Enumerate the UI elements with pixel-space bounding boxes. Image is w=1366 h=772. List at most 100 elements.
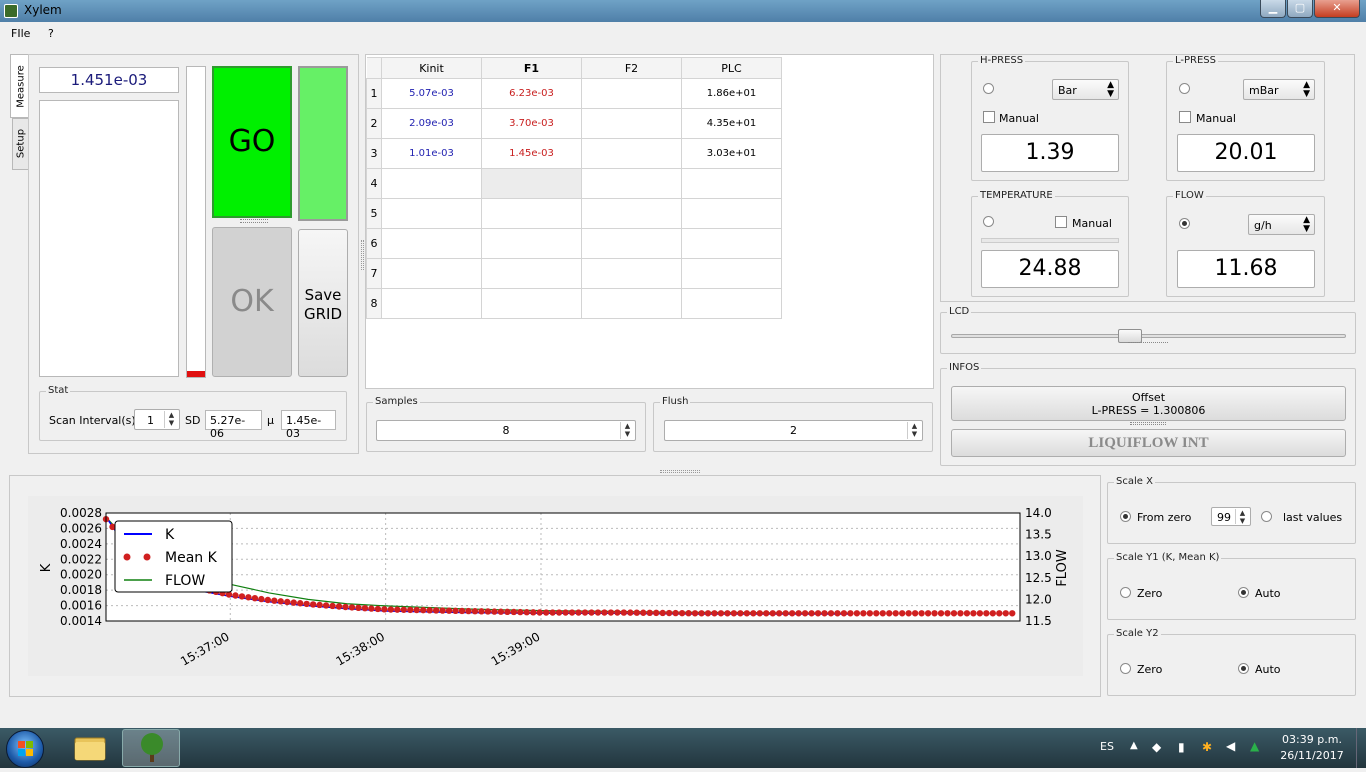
cell-kinit[interactable]	[381, 228, 482, 259]
volume-icon[interactable]: ◀	[1226, 739, 1235, 753]
cell-kinit[interactable]: 1.01e-03	[381, 138, 482, 169]
cell-f2[interactable]	[581, 288, 682, 319]
scale-x-last-values-radio[interactable]	[1261, 511, 1272, 522]
cell-plc[interactable]	[681, 258, 782, 289]
cell-f1[interactable]	[481, 198, 582, 229]
cell-f2[interactable]	[581, 78, 682, 109]
cell-kinit[interactable]	[381, 258, 482, 289]
table-row[interactable]: 7	[366, 258, 782, 289]
cell-f1[interactable]: 1.45e-03	[481, 138, 582, 169]
table-row[interactable]: 2 2.09e-03 3.70e-03 4.35e+01	[366, 108, 782, 139]
tab-measure[interactable]: Measure	[10, 54, 29, 118]
tab-setup[interactable]: Setup	[12, 118, 29, 170]
cell-f2[interactable]	[581, 228, 682, 259]
cell-f2[interactable]	[581, 108, 682, 139]
cell-plc[interactable]	[681, 288, 782, 319]
scale-y2-zero-radio[interactable]	[1120, 663, 1131, 674]
language-indicator[interactable]: ES	[1100, 740, 1114, 753]
table-row[interactable]: 6	[366, 228, 782, 259]
hpress-manual-checkbox[interactable]	[983, 111, 995, 123]
splitter-handle[interactable]	[240, 219, 268, 223]
row-header[interactable]: 3	[366, 138, 382, 169]
vertical-splitter[interactable]	[361, 240, 364, 270]
drive-icon[interactable]: ▲	[1250, 739, 1259, 753]
col-header-f1[interactable]: F1	[481, 57, 582, 79]
cell-f2[interactable]	[581, 258, 682, 289]
ok-button[interactable]: OK	[212, 227, 292, 377]
dropbox-icon[interactable]: ◆	[1152, 740, 1161, 754]
cell-plc[interactable]	[681, 168, 782, 199]
menu-file[interactable]: FIle	[11, 27, 30, 40]
col-header-plc[interactable]: PLC	[681, 57, 782, 79]
table-row[interactable]: 1 5.07e-03 6.23e-03 1.86e+01	[366, 78, 782, 109]
cell-f1[interactable]	[481, 288, 582, 319]
maximize-button[interactable]: ▢	[1287, 0, 1313, 18]
cell-plc[interactable]: 4.35e+01	[681, 108, 782, 139]
cell-f1[interactable]	[481, 228, 582, 259]
col-header-kinit[interactable]: Kinit	[381, 57, 482, 79]
temperature-radio[interactable]	[983, 216, 994, 227]
hpress-radio[interactable]	[983, 83, 994, 94]
cell-f2[interactable]	[581, 138, 682, 169]
flow-unit-combo[interactable]: g/h ▲ ▼	[1248, 214, 1315, 235]
scale-y2-auto-radio[interactable]	[1238, 663, 1249, 674]
row-header[interactable]: 7	[366, 258, 382, 289]
temperature-manual-checkbox[interactable]	[1055, 216, 1067, 228]
show-desktop-button[interactable]	[1356, 728, 1366, 768]
spinbox-arrows-icon[interactable]: ▲ ▼	[620, 422, 634, 439]
offset-button[interactable]: Offset L-PRESS = 1.300806	[951, 386, 1346, 421]
close-button[interactable]: ✕	[1314, 0, 1360, 18]
network-icon[interactable]: ✱	[1202, 740, 1212, 754]
cell-f2[interactable]	[581, 198, 682, 229]
cell-plc[interactable]	[681, 228, 782, 259]
table-row[interactable]: 5	[366, 198, 782, 229]
trend-chart[interactable]: 0.00280.0026 0.00240.0022 0.00200.0018 0.00…	[10, 476, 1100, 696]
taskbar-explorer[interactable]	[64, 730, 116, 766]
table-row[interactable]: 4	[366, 168, 782, 199]
cell-f2[interactable]	[581, 168, 682, 199]
horizontal-splitter[interactable]	[660, 470, 700, 473]
row-header[interactable]: 2	[366, 108, 382, 139]
cell-f1[interactable]: 3.70e-03	[481, 108, 582, 139]
lcd-slider-track[interactable]	[951, 334, 1346, 338]
cell-f1[interactable]	[481, 168, 582, 199]
scale-y1-auto-radio[interactable]	[1238, 587, 1249, 598]
results-table[interactable]: Kinit F1 F2 PLC 1 5.07e-03 6.23e-03 1.86e+0…	[366, 57, 782, 319]
row-header[interactable]: 8	[366, 288, 382, 319]
cell-kinit[interactable]	[381, 288, 482, 319]
samples-spinbox[interactable]: 8 ▲ ▼	[376, 420, 636, 441]
row-header[interactable]: 5	[366, 198, 382, 229]
spinbox-arrows-icon[interactable]: ▲ ▼	[164, 411, 178, 428]
cell-plc[interactable]: 3.03e+01	[681, 138, 782, 169]
cell-f1[interactable]: 6.23e-03	[481, 78, 582, 109]
cell-kinit[interactable]	[381, 168, 482, 199]
cell-plc[interactable]	[681, 198, 782, 229]
lpress-radio[interactable]	[1179, 83, 1190, 94]
cell-kinit[interactable]	[381, 198, 482, 229]
flush-spinbox[interactable]: 2 ▲ ▼	[664, 420, 923, 441]
hpress-unit-combo[interactable]: Bar ▲ ▼	[1052, 79, 1119, 100]
scan-interval-spinbox[interactable]: 1 ▲ ▼	[134, 409, 180, 430]
spinbox-arrows-icon[interactable]: ▲ ▼	[1235, 509, 1249, 525]
clock-time[interactable]: 03:39 p.m.	[1282, 733, 1342, 746]
flow-radio[interactable]	[1179, 218, 1190, 229]
lpress-manual-checkbox[interactable]	[1179, 111, 1191, 123]
scale-x-count-spinbox[interactable]: 99 ▲ ▼	[1211, 507, 1251, 526]
scale-y1-zero-radio[interactable]	[1120, 587, 1131, 598]
tray-expand-icon[interactable]: ▲	[1130, 740, 1138, 751]
history-list[interactable]	[39, 100, 179, 377]
liquiflow-button[interactable]: LIQUIFLOW INT	[951, 429, 1346, 457]
menu-help[interactable]: ?	[48, 27, 54, 40]
taskbar-xylem[interactable]	[122, 729, 180, 767]
row-header[interactable]: 1	[366, 78, 382, 109]
start-button[interactable]	[6, 730, 44, 768]
cell-plc[interactable]: 1.86e+01	[681, 78, 782, 109]
save-grid-button[interactable]: Save GRID	[298, 229, 348, 377]
cell-kinit[interactable]: 5.07e-03	[381, 78, 482, 109]
battery-icon[interactable]: ▮	[1178, 740, 1185, 754]
row-header[interactable]: 4	[366, 168, 382, 199]
minimize-button[interactable]: ▁	[1260, 0, 1286, 18]
scale-x-from-zero-radio[interactable]	[1120, 511, 1131, 522]
row-header[interactable]: 6	[366, 228, 382, 259]
go-button[interactable]: GO	[212, 66, 292, 218]
